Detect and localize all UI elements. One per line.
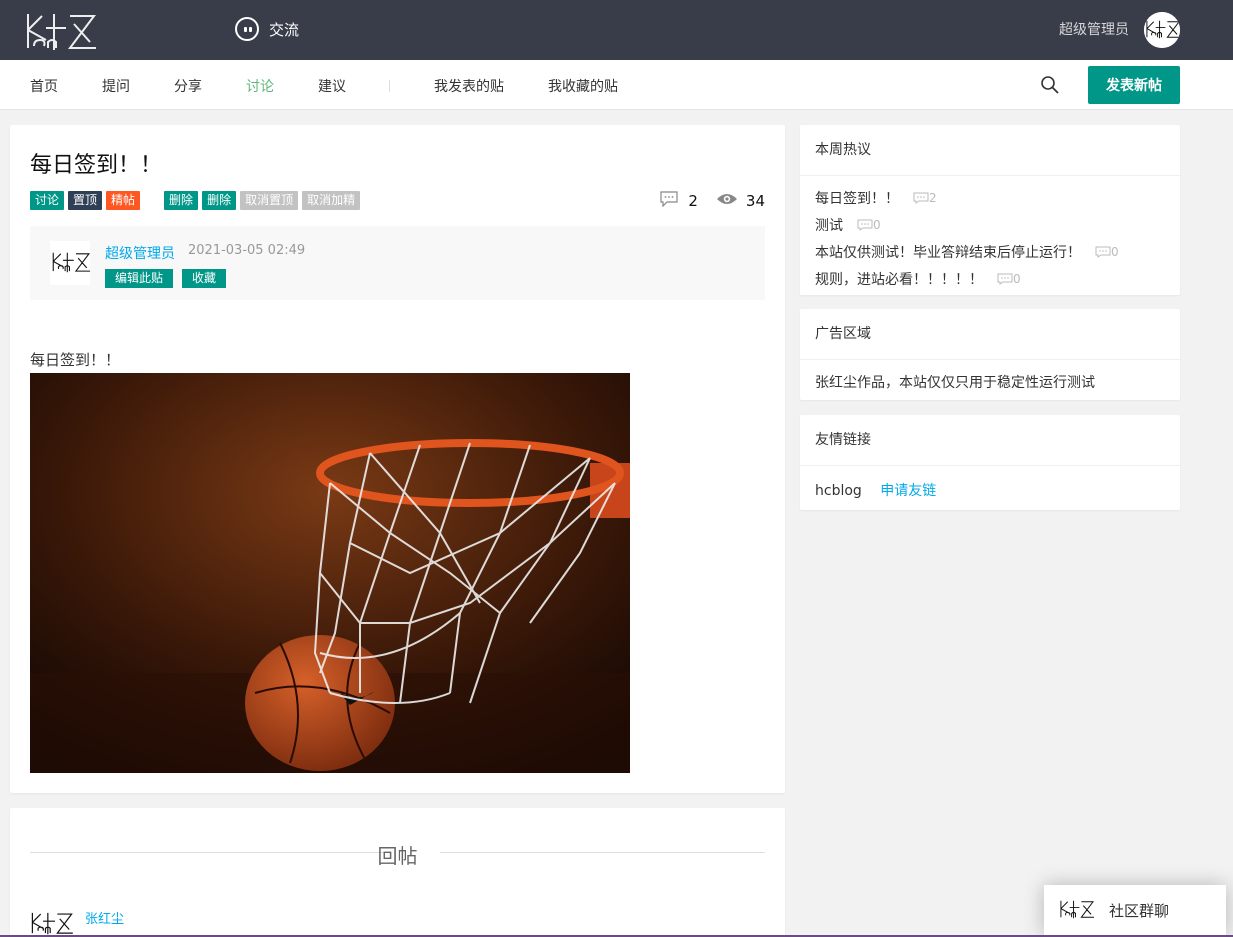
delete-button[interactable]: 删除 [164, 191, 199, 210]
comment-icon [857, 219, 873, 231]
post-tags: 讨论 置顶 精帖 删除 删除 取消置顶 取消加精 [30, 191, 364, 210]
hot-topic-item[interactable]: 测试 0 [815, 211, 1165, 238]
community-chat-widget[interactable]: 社区群聊 [1044, 885, 1226, 935]
nav-item-my-favorites[interactable]: 我收藏的贴 [548, 76, 618, 96]
view-count: 34 [745, 192, 765, 210]
hot-topics-list: 每日签到！！ 2 测试 0 本站仅供测试！毕业答辩结束后停止运行！ 0 规则，进… [800, 176, 1180, 300]
nav-item-questions[interactable]: 提问 [102, 76, 130, 96]
nav-item-share[interactable]: 分享 [174, 76, 202, 96]
user-avatar[interactable] [1144, 12, 1180, 48]
unpin-button[interactable]: 取消置顶 [240, 191, 299, 210]
nav-divider [389, 80, 390, 92]
top-bar: 交流 超级管理员 [0, 0, 1233, 60]
author-avatar[interactable] [50, 241, 90, 285]
hot-topic-item[interactable]: 本站仅供测试！毕业答辩结束后停止运行！ 0 [815, 238, 1165, 265]
comment-icon [913, 192, 929, 204]
edit-post-button[interactable]: 编辑此贴 [105, 269, 174, 288]
apply-link-button[interactable]: 申请友链 [880, 483, 936, 499]
reply-author-name[interactable]: 张红尘 [85, 908, 124, 927]
basketball-hoop-image [30, 373, 630, 773]
nav-item-home[interactable]: 首页 [30, 76, 58, 96]
hot-topic-count: 0 [997, 272, 1021, 286]
reply-panel: 回帖 张红尘 [10, 808, 785, 937]
nav-item-suggestions[interactable]: 建议 [318, 76, 346, 96]
hot-topic-title[interactable]: 每日签到！！ [815, 188, 899, 208]
hot-topics-panel: 本周热议 每日签到！！ 2 测试 0 本站仅供测试！毕业答辩结束后停止运行！ 0… [800, 125, 1180, 295]
post-body-text: 每日签到！！ [30, 351, 121, 369]
ad-panel-title: 广告区域 [800, 309, 1180, 360]
tag-featured: 精帖 [106, 191, 141, 210]
user-name[interactable]: 超级管理员 [1059, 19, 1129, 39]
hot-topic-count: 0 [857, 218, 881, 232]
comment-icon [997, 273, 1013, 285]
friend-links-panel: 友情链接 hcblog 申请友链 [800, 415, 1180, 510]
chat-link-label: 交流 [269, 20, 300, 39]
nav-item-my-posts[interactable]: 我发表的贴 [434, 76, 504, 96]
eye-icon [716, 192, 738, 210]
post-stats: 2 34 [660, 191, 765, 211]
new-post-button[interactable]: 发表新帖 [1088, 66, 1180, 104]
community-chat-link[interactable]: 交流 [235, 16, 299, 42]
ad-text: 张红尘作品，本站仅仅只用于稳定性运行测试 [815, 375, 1095, 391]
comment-icon [660, 191, 678, 211]
unfeature-button[interactable]: 取消加精 [302, 191, 361, 210]
favorite-button[interactable]: 收藏 [182, 269, 227, 288]
post-title: 每日签到！！ [30, 153, 163, 178]
tag-pinned: 置顶 [68, 191, 103, 210]
hot-topics-title: 本周热议 [800, 125, 1180, 176]
hot-topic-title[interactable]: 本站仅供测试！毕业答辩结束后停止运行！ [815, 242, 1081, 262]
chat-widget-avatar [1058, 890, 1094, 930]
author-name[interactable]: 超级管理员 [105, 243, 175, 263]
hot-topic-title[interactable]: 测试 [815, 215, 843, 235]
tag-discussion: 讨论 [30, 191, 65, 210]
nav-bar: 首页 提问 分享 讨论 建议 我发表的贴 我收藏的贴 发表新帖 [0, 60, 1233, 110]
reply-section-title: 回帖 [377, 844, 418, 868]
search-icon[interactable] [1040, 75, 1060, 95]
reply-author-avatar[interactable] [30, 906, 74, 937]
hot-topic-item[interactable]: 规则，进站必看！！！！！ 0 [815, 265, 1165, 292]
delete-button-2[interactable]: 删除 [202, 191, 237, 210]
author-box: 超级管理员 2021-03-05 02:49 编辑此贴 收藏 [30, 226, 765, 300]
hot-topic-title[interactable]: 规则，进站必看！！！！！ [815, 269, 983, 289]
chat-icon [235, 17, 259, 41]
post-panel: 每日签到！！ 讨论 置顶 精帖 删除 删除 取消置顶 取消加精 2 34 超级管… [10, 125, 785, 793]
hot-topic-count: 2 [913, 191, 937, 205]
ad-panel: 广告区域 张红尘作品，本站仅仅只用于稳定性运行测试 [800, 309, 1180, 400]
post-time: 2021-03-05 02:49 [188, 243, 306, 258]
comment-icon [1095, 246, 1111, 258]
nav-item-discussion[interactable]: 讨论 [246, 76, 274, 96]
friend-links-title: 友情链接 [800, 415, 1180, 466]
friend-link[interactable]: hcblog [815, 483, 862, 499]
comment-count: 2 [688, 192, 698, 210]
chat-widget-label: 社区群聊 [1109, 901, 1170, 920]
hot-topic-item[interactable]: 每日签到！！ 2 [815, 184, 1165, 211]
site-logo[interactable] [24, 10, 98, 52]
hot-topic-count: 0 [1095, 245, 1119, 259]
friend-links-row: hcblog 申请友链 [800, 466, 1180, 514]
